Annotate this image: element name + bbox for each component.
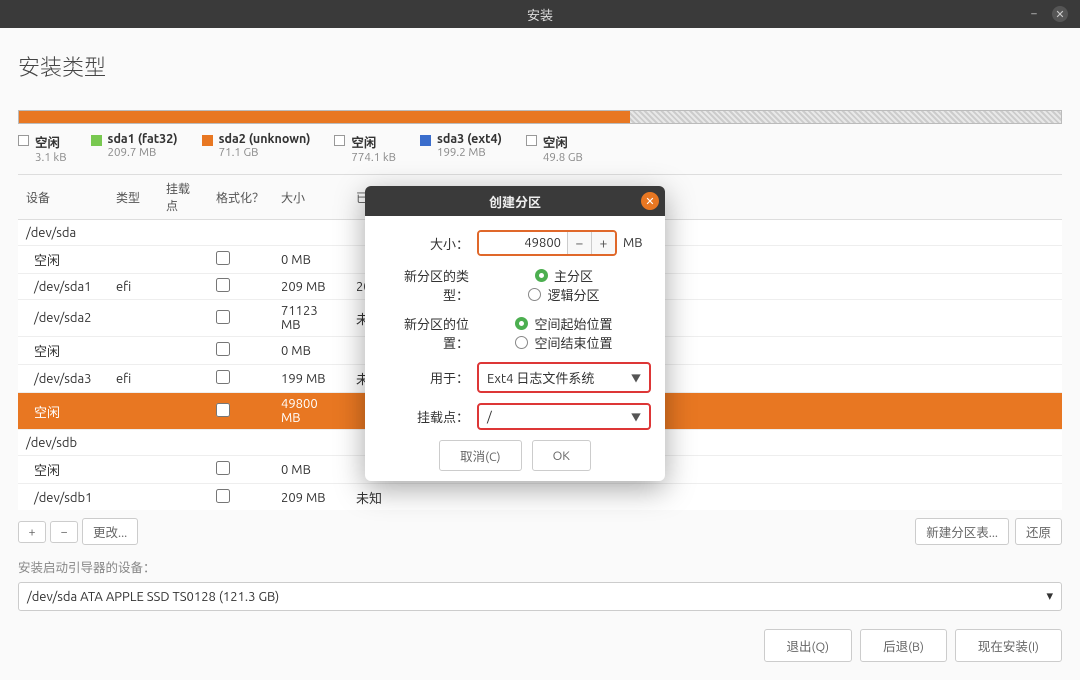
- create-partition-dialog: 创建分区 ✕ 大小： − + MB 新分区的类型： 主分区 逻辑分区 新分区的位…: [365, 186, 665, 481]
- format-checkbox[interactable]: [216, 251, 230, 265]
- bootloader-label: 安装启动引导器的设备：: [18, 557, 1062, 576]
- bootloader-value: /dev/sda ATA APPLE SSD TS0128 (121.3 GB): [27, 590, 279, 604]
- format-checkbox[interactable]: [216, 461, 230, 475]
- legend-swatch: [526, 135, 537, 146]
- ploc-label: 新分区的位置：: [379, 314, 469, 352]
- quit-button[interactable]: 退出(Q): [764, 629, 853, 662]
- footer: 退出(Q) 后退(B) 现在安装(I): [18, 611, 1062, 680]
- disk-usage-bar: [18, 110, 1062, 124]
- ptype-label: 新分区的类型：: [379, 266, 469, 304]
- ok-button[interactable]: OK: [532, 440, 591, 471]
- col-format: 格式化？: [208, 175, 273, 220]
- legend-size: 199.2 MB: [437, 146, 502, 159]
- legend-swatch: [334, 135, 345, 146]
- col-size: 大小: [273, 175, 348, 220]
- table-row[interactable]: /dev/sdb1209 MB未知: [18, 484, 1062, 510]
- bootloader-select[interactable]: /dev/sda ATA APPLE SSD TS0128 (121.3 GB)…: [18, 582, 1062, 611]
- format-checkbox[interactable]: [216, 310, 230, 324]
- titlebar: 安装 – ✕: [0, 0, 1080, 28]
- col-type: 类型: [108, 175, 158, 220]
- size-spinner: − +: [477, 230, 617, 256]
- format-checkbox[interactable]: [216, 489, 230, 503]
- use-label: 用于：: [379, 368, 469, 387]
- legend-size: 774.1 kB: [351, 151, 396, 164]
- legend-label: 空闲: [35, 132, 67, 151]
- dialog-title: 创建分区: [489, 192, 541, 211]
- dialog-titlebar: 创建分区 ✕: [365, 186, 665, 216]
- format-checkbox[interactable]: [216, 342, 230, 356]
- cancel-button[interactable]: 取消(C): [439, 440, 522, 471]
- legend-swatch: [91, 135, 102, 146]
- legend-item: 空闲774.1 kB: [334, 132, 396, 164]
- window-title: 安装: [0, 5, 1080, 24]
- revert-button[interactable]: 还原: [1015, 518, 1062, 545]
- legend-size: 209.7 MB: [108, 146, 178, 159]
- chevron-down-icon: ▾: [1046, 589, 1053, 604]
- size-unit: MB: [623, 236, 643, 250]
- legend-swatch: [420, 135, 431, 146]
- legend-swatch: [202, 135, 213, 146]
- size-input[interactable]: [479, 232, 567, 254]
- install-button[interactable]: 现在安装(I): [955, 629, 1062, 662]
- format-checkbox[interactable]: [216, 403, 230, 417]
- close-icon[interactable]: ✕: [1052, 6, 1068, 22]
- size-decrement[interactable]: −: [567, 232, 591, 254]
- ploc-end-radio[interactable]: 空间结束位置: [515, 333, 612, 352]
- col-device: 设备: [18, 175, 108, 220]
- new-partition-table-button[interactable]: 新建分区表...: [915, 518, 1009, 545]
- legend-size: 3.1 kB: [35, 151, 67, 164]
- format-checkbox[interactable]: [216, 278, 230, 292]
- legend: 空闲3.1 kBsda1 (fat32)209.7 MBsda2 (unknow…: [18, 132, 1062, 164]
- legend-size: 71.1 GB: [219, 146, 311, 159]
- legend-label: 空闲: [351, 132, 396, 151]
- toolbar: + − 更改... 新建分区表... 还原: [18, 510, 1062, 553]
- ploc-begin-radio[interactable]: 空间起始位置: [515, 314, 612, 333]
- legend-label: 空闲: [543, 132, 583, 151]
- ptype-logical-radio[interactable]: 逻辑分区: [528, 285, 599, 304]
- ptype-primary-radio[interactable]: 主分区: [535, 266, 593, 285]
- mount-label: 挂载点：: [379, 407, 469, 426]
- legend-label: sda3 (ext4): [437, 132, 502, 146]
- use-combo[interactable]: Ext4 日志文件系统 ▼: [477, 362, 651, 393]
- chevron-down-icon: ▼: [631, 409, 641, 424]
- legend-swatch: [18, 135, 29, 146]
- add-button[interactable]: +: [18, 521, 46, 543]
- size-increment[interactable]: +: [591, 232, 615, 254]
- legend-item: sda1 (fat32)209.7 MB: [91, 132, 178, 164]
- minimize-icon[interactable]: –: [1026, 6, 1042, 22]
- legend-item: sda2 (unknown)71.1 GB: [202, 132, 311, 164]
- chevron-down-icon: ▼: [631, 370, 641, 385]
- format-checkbox[interactable]: [216, 370, 230, 384]
- size-label: 大小：: [379, 234, 469, 253]
- disk-seg-free: [630, 111, 1061, 123]
- legend-label: sda2 (unknown): [219, 132, 311, 146]
- legend-label: sda1 (fat32): [108, 132, 178, 146]
- legend-size: 49.8 GB: [543, 151, 583, 164]
- legend-item: 空闲49.8 GB: [526, 132, 583, 164]
- back-button[interactable]: 后退(B): [860, 629, 947, 662]
- disk-seg-sda2: [19, 111, 630, 123]
- legend-item: 空闲3.1 kB: [18, 132, 67, 164]
- col-mount: 挂载点: [158, 175, 208, 220]
- mount-combo[interactable]: / ▼: [477, 403, 651, 430]
- change-button[interactable]: 更改...: [82, 518, 138, 545]
- dialog-close-icon[interactable]: ✕: [641, 192, 659, 210]
- remove-button[interactable]: −: [50, 521, 78, 543]
- page-title: 安装类型: [18, 50, 1062, 82]
- legend-item: sda3 (ext4)199.2 MB: [420, 132, 502, 164]
